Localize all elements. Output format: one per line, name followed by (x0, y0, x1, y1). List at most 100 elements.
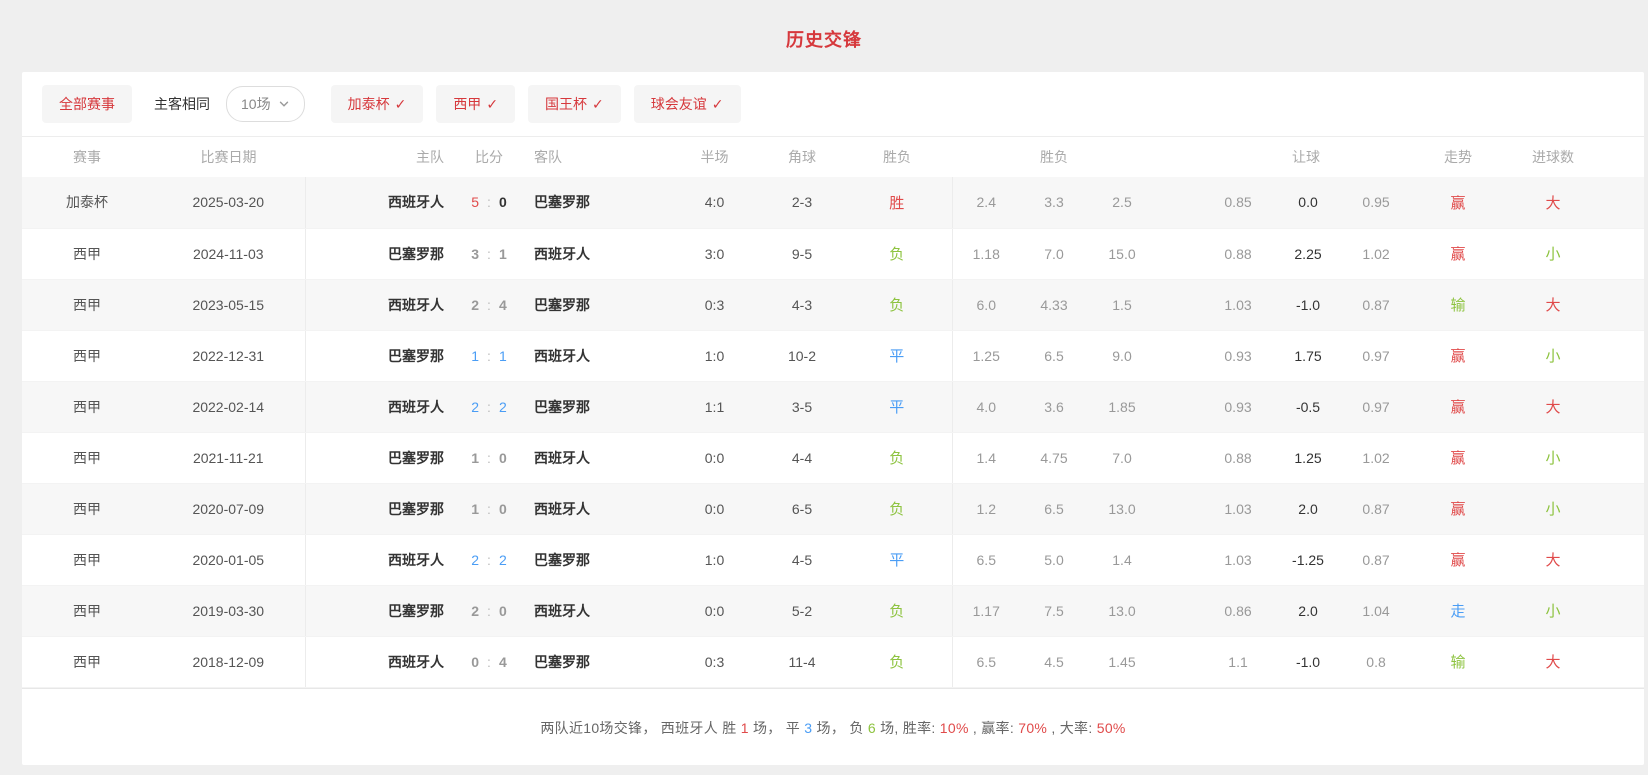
summary-segment: 两队近10场交锋， 西班牙人 胜 (540, 720, 740, 736)
cell-date: 2023-05-15 (152, 279, 305, 330)
cell-date: 2018-12-09 (152, 636, 305, 687)
match-count-select[interactable]: 10场 (226, 86, 305, 122)
cell-league: 西甲 (22, 330, 152, 381)
cell-half-score: 1:1 (667, 381, 762, 432)
cell-handicap-away: 1.04 (1342, 585, 1410, 636)
cell-corner: 4-5 (762, 534, 842, 585)
cell-result: 胜 (842, 177, 952, 228)
summary-segment: 10% (940, 720, 969, 736)
cell-date: 2024-11-03 (152, 228, 305, 279)
home-score: 2 (471, 603, 479, 619)
cell-handicap-away: 0.97 (1342, 330, 1410, 381)
score-colon: : (487, 654, 491, 670)
cell-home-team: 巴塞罗那 (305, 228, 457, 279)
cell-home-team: 巴塞罗那 (305, 330, 457, 381)
cell-date: 2021-11-21 (152, 432, 305, 483)
league-filter-button[interactable]: 球会友谊 ✓ (634, 85, 741, 123)
away-score: 1 (499, 246, 507, 262)
cell-half-score: 0:0 (667, 483, 762, 534)
cell-away-team: 西班牙人 (521, 585, 667, 636)
cell-trend: 赢 (1410, 483, 1506, 534)
cell-home-team: 巴塞罗那 (305, 483, 457, 534)
home-away-filter[interactable]: 主客相同 (154, 94, 210, 114)
cell-result: 负 (842, 585, 952, 636)
cell-half-score: 1:0 (667, 534, 762, 585)
cell-trend: 赢 (1410, 381, 1506, 432)
cell-away-team: 西班牙人 (521, 432, 667, 483)
cell-half-score: 0:3 (667, 636, 762, 687)
score-colon: : (487, 552, 491, 568)
cell-goals: 小 (1506, 585, 1644, 636)
cell-league: 西甲 (22, 228, 152, 279)
cell-odds-win: 2.4 (952, 177, 1020, 228)
home-score: 0 (471, 654, 479, 670)
away-score: 0 (499, 501, 507, 517)
cell-corner: 4-4 (762, 432, 842, 483)
league-filter-group: 加泰杯 ✓ 西甲 ✓ 国王杯 ✓ 球会友谊 ✓ (331, 85, 741, 123)
away-score: 1 (499, 348, 507, 364)
cell-away-team: 西班牙人 (521, 483, 667, 534)
away-score: 0 (499, 450, 507, 466)
score-colon: : (487, 297, 491, 313)
score-colon: : (487, 246, 491, 262)
cell-handicap-home: 1.03 (1156, 483, 1274, 534)
cell-league: 加泰杯 (22, 177, 152, 228)
cell-home-team: 西班牙人 (305, 279, 457, 330)
cell-odds-draw: 4.5 (1020, 636, 1088, 687)
cell-goals: 大 (1506, 636, 1644, 687)
check-icon: ✓ (395, 96, 407, 113)
score-colon: : (487, 194, 491, 210)
home-score: 5 (471, 194, 479, 210)
cell-result: 负 (842, 636, 952, 687)
away-score: 4 (499, 654, 507, 670)
cell-result: 负 (842, 432, 952, 483)
cell-away-team: 巴塞罗那 (521, 534, 667, 585)
home-score: 2 (471, 399, 479, 415)
match-table-body: 加泰杯 2025-03-20 西班牙人 5:0 巴塞罗那 4:0 2-3 胜 2… (22, 177, 1644, 687)
summary-segment: 1 (741, 720, 749, 736)
league-filter-button[interactable]: 西甲 ✓ (436, 85, 515, 123)
cell-handicap-line: 2.0 (1274, 585, 1342, 636)
cell-result: 负 (842, 279, 952, 330)
cell-date: 2020-07-09 (152, 483, 305, 534)
cell-goals: 大 (1506, 279, 1644, 330)
home-score: 1 (471, 501, 479, 517)
cell-trend: 输 (1410, 636, 1506, 687)
cell-handicap-line: -0.5 (1274, 381, 1342, 432)
cell-odds-win: 1.25 (952, 330, 1020, 381)
cell-goals: 小 (1506, 330, 1644, 381)
cell-handicap-away: 0.95 (1342, 177, 1410, 228)
cell-odds-loss: 1.4 (1088, 534, 1156, 585)
cell-odds-draw: 7.5 (1020, 585, 1088, 636)
cell-handicap-away: 0.87 (1342, 279, 1410, 330)
check-icon: ✓ (592, 96, 604, 113)
league-filter-label: 球会友谊 (651, 94, 707, 114)
all-events-button[interactable]: 全部赛事 (42, 85, 132, 123)
cell-result: 负 (842, 228, 952, 279)
table-row: 西甲 2024-11-03 巴塞罗那 3:1 西班牙人 3:0 9-5 负 1.… (22, 228, 1644, 279)
cell-odds-win: 6.5 (952, 534, 1020, 585)
cell-trend: 走 (1410, 585, 1506, 636)
cell-league: 西甲 (22, 534, 152, 585)
table-row: 西甲 2020-07-09 巴塞罗那 1:0 西班牙人 0:0 6-5 负 1.… (22, 483, 1644, 534)
cell-result: 平 (842, 330, 952, 381)
away-score: 0 (499, 194, 507, 210)
cell-corner: 9-5 (762, 228, 842, 279)
summary-segment: 场, 胜率: (876, 720, 940, 736)
away-score: 0 (499, 603, 507, 619)
score-colon: : (487, 450, 491, 466)
cell-handicap-away: 0.87 (1342, 534, 1410, 585)
cell-corner: 10-2 (762, 330, 842, 381)
cell-handicap-line: -1.0 (1274, 279, 1342, 330)
cell-result: 平 (842, 381, 952, 432)
league-filter-button[interactable]: 加泰杯 ✓ (331, 85, 424, 123)
league-filter-button[interactable]: 国王杯 ✓ (528, 85, 621, 123)
summary-segment: 6 (868, 720, 876, 736)
score-colon: : (487, 501, 491, 517)
cell-handicap-home: 1.1 (1156, 636, 1274, 687)
cell-handicap-line: 1.75 (1274, 330, 1342, 381)
summary-segment: , 大率: (1047, 720, 1097, 736)
column-header-result: 胜负 (842, 137, 952, 177)
cell-league: 西甲 (22, 432, 152, 483)
cell-odds-win: 4.0 (952, 381, 1020, 432)
